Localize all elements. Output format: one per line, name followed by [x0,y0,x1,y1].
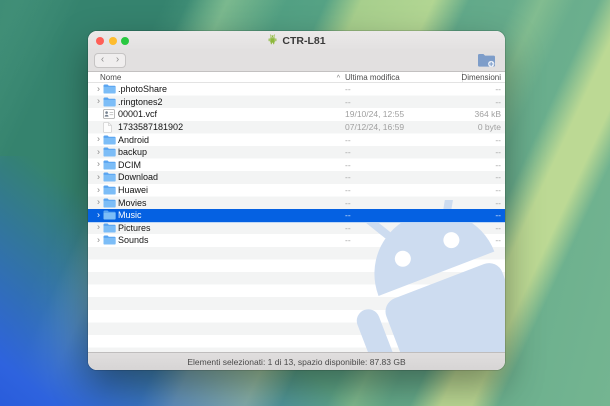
file-name-label: Pictures [118,223,151,233]
file-row-1733587181902[interactable]: › [88,121,505,134]
file-size-label: -- [462,210,505,220]
disclosure-chevron-icon[interactable]: › [94,160,103,169]
minimize-button[interactable] [109,37,117,45]
status-bar: Elementi selezionati: 1 di 13, spazio di… [88,352,505,370]
folder-icon [103,147,118,157]
file-name-label: Huawei [118,185,148,195]
disclosure-chevron-icon[interactable]: › [94,135,103,144]
file-row-Pictures[interactable]: › [88,222,505,235]
disclosure-chevron-icon[interactable]: › [94,235,103,244]
disclosure-chevron-icon[interactable]: › [94,210,103,219]
file-size-label: -- [462,185,505,195]
file-row-.photoShare[interactable]: › [88,83,505,96]
title-bar[interactable]: CTR-L81 [88,31,505,51]
file-size-label: -- [462,172,505,182]
file-modified-label: -- [345,97,462,107]
file-row-DCIM[interactable]: › [88,159,505,172]
file-size-label: 364 kB [462,109,505,119]
file-row-Music[interactable]: › [88,209,505,222]
file-modified-label: -- [345,185,462,195]
file-size-label: -- [462,147,505,157]
file-row-00001.vcf[interactable]: › [88,108,505,121]
toolbar: ‹ › [88,51,505,72]
file-size-label: -- [462,235,505,245]
folder-icon [103,97,118,107]
file-transfer-window: CTR-L81 ‹ › Nome ^ Ultima modi [88,31,505,370]
file-row-Movies[interactable]: › [88,196,505,209]
zoom-button[interactable] [121,37,129,45]
column-header-size[interactable]: Dimensioni [462,72,505,82]
file-modified-label: -- [345,198,462,208]
file-size-label: -- [462,160,505,170]
file-list: › [88,83,505,352]
file-size-label: -- [462,198,505,208]
folder-icon [103,84,118,94]
file-modified-label: -- [345,160,462,170]
sort-ascending-icon: ^ [337,75,340,82]
file-name-label: Movies [118,198,147,208]
android-device-icon [267,34,278,48]
file-name-label: Android [118,135,149,145]
window-title: CTR-L81 [282,35,325,47]
file-name-label: DCIM [118,160,141,170]
file-name-label: 1733587181902 [118,122,183,132]
status-text: Elementi selezionati: 1 di 13, spazio di… [187,357,405,367]
disclosure-chevron-icon[interactable]: › [94,97,103,106]
folder-icon [103,160,118,170]
file-name-label: .ringtones2 [118,97,163,107]
back-button[interactable]: ‹ [99,55,106,65]
disclosure-chevron-icon[interactable]: › [94,223,103,232]
file-row-.ringtones2[interactable]: › [88,96,505,109]
file-row-backup[interactable]: › [88,146,505,159]
file-modified-label: -- [345,210,462,220]
disclosure-chevron-icon[interactable]: › [94,198,103,207]
file-modified-label: -- [345,84,462,94]
file-modified-label: -- [345,147,462,157]
disclosure-chevron-icon[interactable]: › [94,172,103,181]
disclosure-chevron-icon[interactable]: › [94,185,103,194]
file-size-label: -- [462,135,505,145]
file-modified-label: -- [345,235,462,245]
file-row-Sounds[interactable]: › [88,234,505,247]
file-size-label: -- [462,223,505,233]
navigation-control: ‹ › [94,53,126,68]
file-size-label: 0 byte [462,122,505,132]
folder-icon [103,172,118,182]
folder-icon [103,135,118,145]
file-modified-label: 07/12/24, 16:59 [345,122,462,132]
column-header-row: Nome ^ Ultima modifica Dimensioni [88,72,505,83]
vcard-icon [103,109,118,119]
folder-icon [103,210,118,220]
new-folder-button[interactable] [477,53,496,68]
file-size-label: -- [462,97,505,107]
folder-icon [103,185,118,195]
disclosure-chevron-icon[interactable]: › [94,147,103,156]
forward-button[interactable]: › [114,55,121,65]
file-name-label: Music [118,210,142,220]
blank-file-icon [103,122,118,133]
file-name-label: .photoShare [118,84,167,94]
file-name-label: Download [118,172,158,182]
desktop-wallpaper: CTR-L81 ‹ › Nome ^ Ultima modi [0,0,610,406]
folder-icon [103,223,118,233]
column-header-modified[interactable]: Ultima modifica [345,73,462,82]
folder-icon [103,235,118,245]
file-modified-label: -- [345,135,462,145]
file-name-label: 00001.vcf [118,109,157,119]
file-name-label: backup [118,147,147,157]
file-row-Download[interactable]: › [88,171,505,184]
disclosure-chevron-icon[interactable]: › [94,84,103,93]
folder-icon [103,198,118,208]
file-row-Android[interactable]: › [88,133,505,146]
file-modified-label: -- [345,223,462,233]
file-size-label: -- [462,84,505,94]
column-header-name[interactable]: Nome ^ [88,73,345,82]
file-row-Huawei[interactable]: › [88,184,505,197]
file-name-label: Sounds [118,235,149,245]
file-modified-label: -- [345,172,462,182]
close-button[interactable] [96,37,104,45]
file-modified-label: 19/10/24, 12:55 [345,109,462,119]
